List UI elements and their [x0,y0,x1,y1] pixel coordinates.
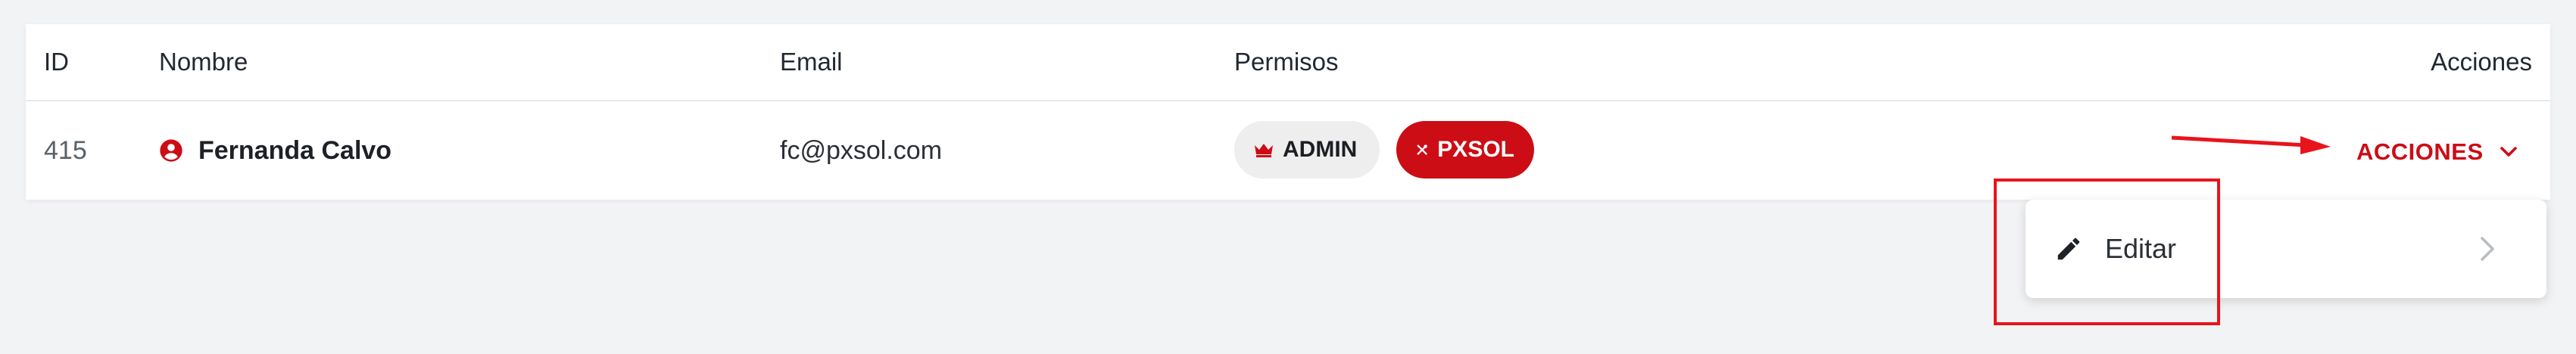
header-name[interactable]: Nombre [159,24,248,100]
annotation-highlight-box [1994,179,2220,325]
header-id[interactable]: ID [44,24,69,100]
chevron-down-icon [2500,147,2517,157]
actions-button-label: ACCIONES [2356,138,2484,165]
cell-name: Fernanda Calvo [159,101,391,200]
annotation-arrow [2172,135,2331,154]
permission-badge-pxsol: PXSOL [1396,121,1534,179]
user-name: Fernanda Calvo [198,135,392,165]
cell-email: fc@pxsol.com [780,135,943,165]
user-circle-icon [160,139,182,162]
permission-label: ADMIN [1283,137,1358,162]
tools-icon [1417,144,1427,155]
header-actions: Acciones [2431,48,2532,76]
cell-id: 415 [44,135,87,165]
users-table: ID Nombre Email Permisos Acciones 415 Fe… [26,24,2550,200]
permission-label: PXSOL [1437,137,1514,162]
page: ID Nombre Email Permisos Acciones 415 Fe… [0,0,2576,354]
crown-icon [1255,144,1273,157]
chevron-right-icon [2481,237,2494,261]
permission-badge-admin: ADMIN [1234,121,1380,179]
actions-dropdown-button[interactable]: ACCIONES [2356,129,2518,175]
header-email[interactable]: Email [780,24,843,100]
table-header: ID Nombre Email Permisos Acciones [26,24,2550,101]
header-permissions[interactable]: Permisos [1234,24,1339,100]
